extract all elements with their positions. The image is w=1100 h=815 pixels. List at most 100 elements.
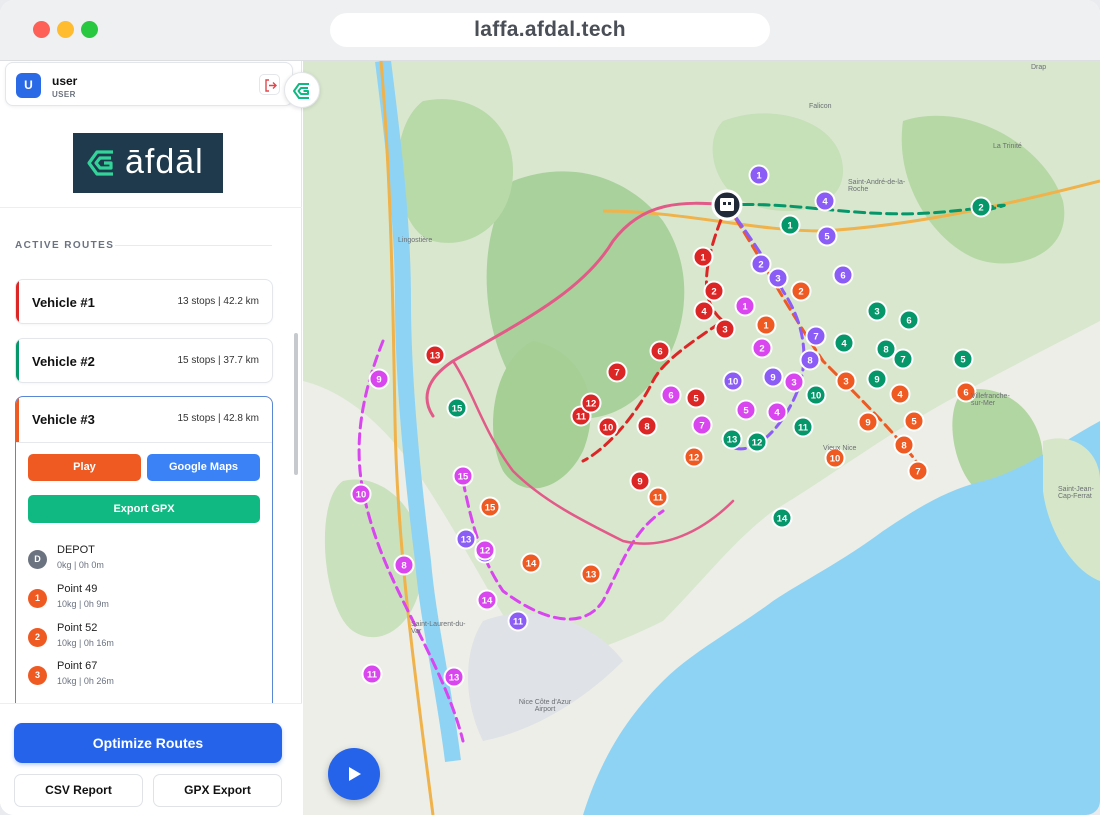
route-marker[interactable]: 7	[907, 460, 929, 482]
route-marker[interactable]: 3	[714, 318, 736, 340]
route-marker[interactable]: 1	[755, 314, 777, 336]
route-marker[interactable]: 2	[751, 337, 773, 359]
address-bar[interactable]: laffa.afdal.tech	[330, 13, 770, 47]
route-marker[interactable]: 7	[691, 414, 713, 436]
route-marker[interactable]: 8	[799, 349, 821, 371]
route-marker-label: 15	[458, 472, 469, 483]
route-marker[interactable]: 8	[875, 338, 897, 360]
route-marker[interactable]: 15	[479, 496, 501, 518]
sidebar-scrollbar[interactable]	[294, 333, 298, 475]
route-marker[interactable]: 4	[833, 332, 855, 354]
route-marker[interactable]: 11	[792, 416, 814, 438]
route-marker[interactable]: 8	[636, 415, 658, 437]
route-card-vehicle-2[interactable]: Vehicle #2 15 stops | 37.7 km	[15, 338, 273, 383]
minimize-window-button[interactable]	[57, 21, 74, 38]
route-marker[interactable]: 15	[452, 465, 474, 487]
route-marker[interactable]: 10	[805, 384, 827, 406]
route-marker[interactable]: 9	[762, 366, 784, 388]
close-window-button[interactable]	[33, 21, 50, 38]
gpx-export-button[interactable]: GPX Export	[153, 774, 282, 807]
route-marker[interactable]: 5	[685, 387, 707, 409]
stop-name: Point 49	[57, 583, 98, 595]
route-marker[interactable]: 2	[750, 253, 772, 275]
route-marker[interactable]: 9	[857, 411, 879, 433]
play-route-button[interactable]: Play	[28, 454, 141, 481]
google-maps-button[interactable]: Google Maps	[147, 454, 260, 481]
route-marker[interactable]: 9	[629, 470, 651, 492]
route-card-vehicle-1[interactable]: Vehicle #1 13 stops | 42.2 km	[15, 279, 273, 324]
browser-titlebar: laffa.afdal.tech	[0, 0, 1100, 61]
map-canvas[interactable]: 1234567891011121312345678910111213141512…	[303, 61, 1100, 815]
route-marker-label: 11	[798, 423, 809, 434]
route-name: Vehicle #1	[32, 295, 95, 310]
route-marker[interactable]: 15	[446, 397, 468, 419]
route-marker[interactable]: 10	[722, 370, 744, 392]
route-marker[interactable]: 6	[660, 384, 682, 406]
route-marker[interactable]: 10	[597, 416, 619, 438]
route-marker[interactable]: 1	[748, 164, 770, 186]
route-marker[interactable]: 3	[866, 300, 888, 322]
route-marker[interactable]: 5	[816, 225, 838, 247]
route-marker[interactable]: 4	[814, 190, 836, 212]
optimize-routes-button[interactable]: Optimize Routes	[14, 723, 282, 763]
list-item[interactable]: 3 Point 67 10kg | 0h 26m	[28, 660, 258, 694]
route-marker[interactable]: 14	[520, 552, 542, 574]
route-marker[interactable]: 1	[779, 214, 801, 236]
route-marker[interactable]: 12	[746, 431, 768, 453]
route-marker[interactable]: 4	[693, 300, 715, 322]
route-marker[interactable]: 2	[790, 280, 812, 302]
route-marker[interactable]: 4	[766, 401, 788, 423]
route-marker[interactable]: 7	[805, 325, 827, 347]
route-marker[interactable]: 13	[580, 563, 602, 585]
list-item[interactable]: D DEPOT 0kg | 0h 0m	[28, 544, 258, 578]
route-marker[interactable]: 13	[424, 344, 446, 366]
route-marker[interactable]: 7	[892, 348, 914, 370]
route-marker[interactable]: 2	[970, 196, 992, 218]
route-marker[interactable]: 6	[898, 309, 920, 331]
route-map[interactable]: 1 2 3 4 5 6 7 8 9 10 11 12 13 1 2 3 4 5 6 7 8 9 10 11 12 13 14 15 1 2…	[303, 61, 1100, 815]
route-marker[interactable]: 6	[832, 264, 854, 286]
route-marker[interactable]: 4	[889, 383, 911, 405]
route-marker[interactable]: 13	[443, 666, 465, 688]
route-marker[interactable]: 8	[893, 434, 915, 456]
route-marker[interactable]: 6	[649, 340, 671, 362]
route-marker[interactable]: 12	[474, 539, 496, 561]
maximize-window-button[interactable]	[81, 21, 98, 38]
route-marker[interactable]: 7	[606, 361, 628, 383]
route-marker[interactable]: 3	[835, 370, 857, 392]
route-marker[interactable]: 13	[721, 428, 743, 450]
route-marker[interactable]: 14	[476, 589, 498, 611]
list-item[interactable]: 2 Point 52 10kg | 0h 16m	[28, 622, 258, 656]
export-gpx-button[interactable]: Export GPX	[28, 495, 260, 523]
route-marker[interactable]: 10	[350, 483, 372, 505]
route-marker[interactable]: 9	[866, 368, 888, 390]
logout-button[interactable]	[259, 74, 280, 95]
route-marker-label: 9	[874, 375, 879, 386]
route-marker[interactable]: 1	[734, 295, 756, 317]
play-simulation-button[interactable]	[328, 748, 380, 800]
route-marker-label: 12	[586, 399, 597, 410]
route-marker[interactable]: 11	[647, 486, 669, 508]
route-marker[interactable]: 12	[683, 446, 705, 468]
list-item[interactable]: 1 Point 49 10kg | 0h 9m	[28, 583, 258, 617]
route-marker[interactable]: 11	[507, 610, 529, 632]
route-marker[interactable]: 14	[771, 507, 793, 529]
route-marker[interactable]: 2	[703, 280, 725, 302]
route-marker[interactable]: 12	[580, 392, 602, 414]
collapse-sidebar-button[interactable]	[284, 72, 320, 108]
route-marker[interactable]: 1	[692, 246, 714, 268]
route-marker-label: 4	[774, 408, 780, 419]
route-marker[interactable]: 13	[455, 528, 477, 550]
route-marker[interactable]: 11	[361, 663, 383, 685]
route-marker[interactable]: 3	[767, 267, 789, 289]
route-marker[interactable]: 5	[903, 410, 925, 432]
route-marker[interactable]: 9	[368, 368, 390, 390]
route-marker[interactable]: 5	[735, 399, 757, 421]
route-marker[interactable]: 5	[952, 348, 974, 370]
route-marker-label: 14	[482, 596, 493, 607]
csv-report-button[interactable]: CSV Report	[14, 774, 143, 807]
route-marker[interactable]: 8	[393, 554, 415, 576]
route-card-vehicle-3-expanded[interactable]: Vehicle #3 15 stops | 42.8 km Play Googl…	[15, 396, 273, 716]
depot-marker[interactable]	[711, 189, 743, 221]
route-marker[interactable]: 3	[783, 371, 805, 393]
